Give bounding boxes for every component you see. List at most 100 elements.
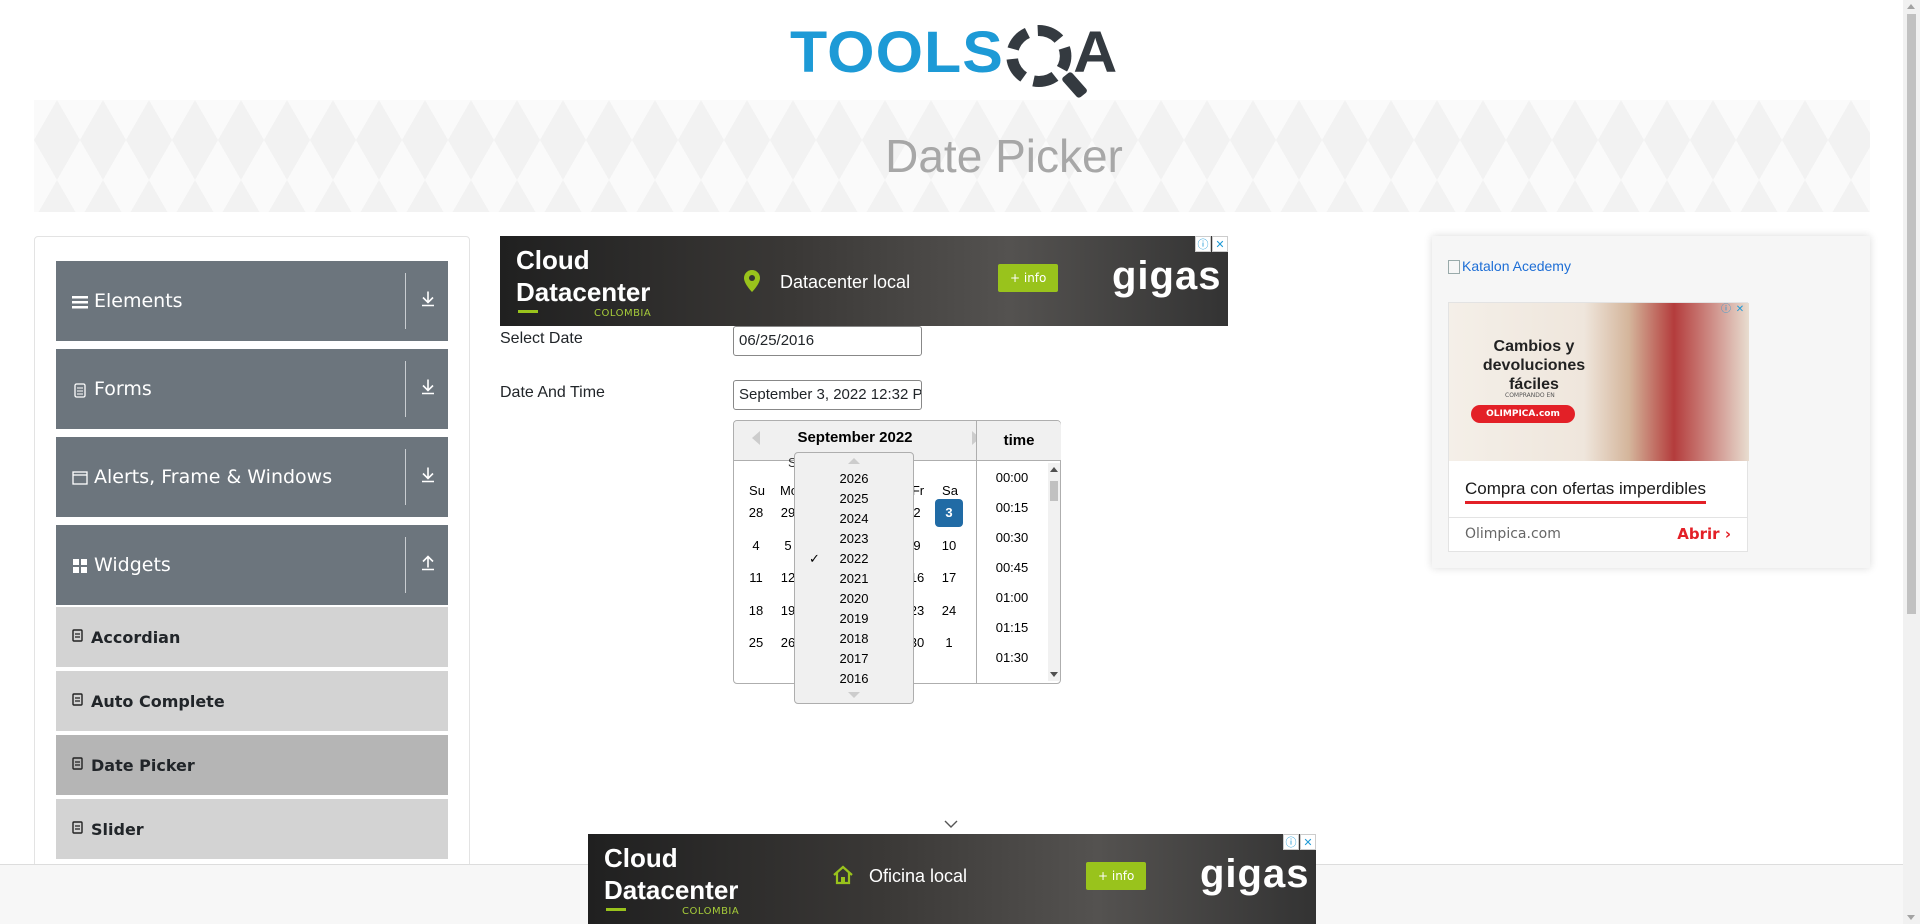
ad-info-button[interactable]: + info [1086, 862, 1147, 890]
year-option[interactable]: 2018 [795, 629, 913, 649]
location-pin-icon [744, 270, 760, 297]
ad-brand: gigas [1112, 254, 1222, 298]
day-cell[interactable]: 11 [742, 564, 770, 592]
year-option[interactable]: 2019 [795, 609, 913, 629]
weekday-label: Sa [942, 483, 958, 498]
year-option[interactable]: 2024 [795, 509, 913, 529]
year-option[interactable]: 2016 [795, 669, 913, 689]
ad-footer: Olimpica.com Abrir › [1449, 517, 1747, 551]
adchoices[interactable]: ⓘ ✕ [1719, 303, 1747, 317]
year-option[interactable]: 2023 [795, 529, 913, 549]
year-option[interactable]: 2020 [795, 589, 913, 609]
sidebar-group-alerts[interactable]: Alerts, Frame & Windows [56, 437, 448, 517]
sidebar-item-label: Auto Complete [91, 691, 225, 711]
close-icon[interactable]: ✕ [1300, 834, 1316, 850]
scroll-thumb[interactable] [1907, 14, 1916, 614]
ad-brand: gigas [1200, 852, 1310, 896]
grid-icon [72, 557, 88, 573]
time-option[interactable]: 01:00 [977, 583, 1047, 613]
ad-country: COLOMBIA [594, 308, 652, 319]
close-icon[interactable]: ✕ [1212, 236, 1228, 252]
time-option[interactable]: 00:45 [977, 553, 1047, 583]
month-title: September 2022 [797, 429, 913, 446]
chevron-down-icon[interactable] [944, 816, 958, 832]
ad-headline: Cloud Datacenter [604, 843, 739, 905]
time-option[interactable]: 01:30 [977, 643, 1047, 669]
scroll-up-icon[interactable] [1907, 4, 1915, 9]
day-cell[interactable]: 4 [742, 532, 770, 560]
sidebar-item-auto-complete[interactable]: Auto Complete [56, 671, 448, 733]
toolsqa-logo[interactable]: TOOLS A [790, 14, 1119, 92]
katalon-link[interactable]: Katalon Acedemy [1448, 258, 1571, 275]
day-cell[interactable]: 25 [742, 629, 770, 657]
weekday-label: Su [749, 483, 765, 498]
sidebar-group-forms[interactable]: Forms [56, 349, 448, 429]
day-cell[interactable]: 18 [742, 597, 770, 625]
divider [405, 537, 406, 593]
year-option[interactable]: 2025 [795, 489, 913, 509]
close-icon[interactable]: ✕ [1733, 303, 1747, 317]
sidebar-group-widgets[interactable]: Widgets [56, 525, 448, 605]
year-scroll-up-icon[interactable] [848, 458, 860, 464]
year-option[interactable]: 2021 [795, 569, 913, 589]
select-date-input[interactable]: 06/25/2016 [733, 326, 922, 356]
sidebar-group-label: Elements [94, 290, 183, 312]
day-cell[interactable]: 17 [935, 564, 963, 592]
ad-title-link[interactable]: Compra con ofertas imperdibles [1465, 479, 1706, 504]
home-icon [832, 864, 854, 891]
page-scrollbar[interactable] [1903, 0, 1920, 924]
sidebar-item-accordian[interactable]: Accordian [56, 607, 448, 669]
sidebar-group-elements[interactable]: Elements [56, 261, 448, 341]
scroll-down-icon[interactable] [1050, 672, 1058, 677]
ad-close[interactable]: ⓘ ✕ [1283, 834, 1316, 850]
day-cell[interactable]: 10 [935, 532, 963, 560]
adchoices-icon[interactable]: ⓘ [1283, 834, 1299, 850]
page-title: Date Picker [885, 130, 1123, 182]
year-scroll-down-icon[interactable] [848, 692, 860, 698]
select-date-label: Select Date [500, 330, 583, 347]
chevron-right-icon: › [1724, 525, 1731, 543]
day-cell[interactable]: 24 [935, 597, 963, 625]
date-time-input[interactable]: September 3, 2022 12:32 PM [733, 380, 922, 410]
logo-text-a: A [1073, 19, 1119, 85]
ad-close[interactable]: ⓘ ✕ [1195, 236, 1228, 252]
time-scrollbar[interactable] [1048, 463, 1060, 681]
day-cell[interactable]: 3 [935, 499, 963, 527]
scroll-down-icon[interactable] [1907, 915, 1915, 920]
olimpica-ad-card[interactable]: Cambios y devoluciones fáciles COMPRANDO… [1448, 302, 1749, 552]
ad-location: Oficina local [869, 866, 968, 886]
list-item-icon [72, 820, 83, 838]
ad-info-button[interactable]: + info [998, 264, 1059, 292]
window-icon [72, 469, 88, 485]
logo-text-tools: TOOLS [790, 19, 1004, 85]
right-ad-panel: Katalon Acedemy Cambios y devoluciones f… [1432, 236, 1870, 568]
gear-icon [1006, 25, 1072, 88]
time-option[interactable]: 00:00 [977, 463, 1047, 493]
ad-banner-bottom[interactable]: Cloud Datacenter COLOMBIA Oficina local +… [588, 834, 1316, 924]
year-option[interactable]: 2026 [795, 469, 913, 489]
ad-banner-top[interactable]: Cloud Datacenter COLOMBIA Datacenter loca… [500, 236, 1228, 326]
day-cell[interactable]: 28 [742, 499, 770, 527]
year-dropdown: 2026 2025 2024 2023 2022 ✓ 2021 2020 2019 2018 201… [794, 452, 914, 704]
ad-image-small-text: COMPRANDO EN [1505, 392, 1555, 399]
ad-image: Cambios y devoluciones fáciles COMPRANDO… [1449, 303, 1749, 461]
sidebar-item-slider[interactable]: Slider [56, 799, 448, 861]
time-option[interactable]: 00:30 [977, 523, 1047, 553]
sidebar-item-date-picker[interactable]: Date Picker [56, 735, 448, 797]
time-option[interactable]: 01:15 [977, 613, 1047, 643]
day-cell[interactable]: 1 [935, 629, 963, 657]
open-button[interactable]: Abrir › [1677, 525, 1731, 543]
sidebar-item-label: Date Picker [91, 755, 195, 775]
adchoices-icon[interactable]: ⓘ [1195, 236, 1211, 252]
sidebar-group-label: Forms [94, 378, 152, 400]
time-option[interactable]: 00:15 [977, 493, 1047, 523]
year-option[interactable]: 2017 [795, 649, 913, 669]
sidebar-item-label: Slider [91, 819, 144, 839]
ad-domain: Olimpica.com [1465, 526, 1561, 542]
list-item-icon [72, 628, 83, 646]
ad-accent-bar [518, 310, 538, 313]
scroll-thumb[interactable] [1050, 481, 1058, 501]
scroll-up-icon[interactable] [1050, 467, 1058, 472]
adchoices-icon[interactable]: ⓘ [1719, 303, 1733, 317]
sidebar-group-label: Widgets [94, 554, 171, 576]
